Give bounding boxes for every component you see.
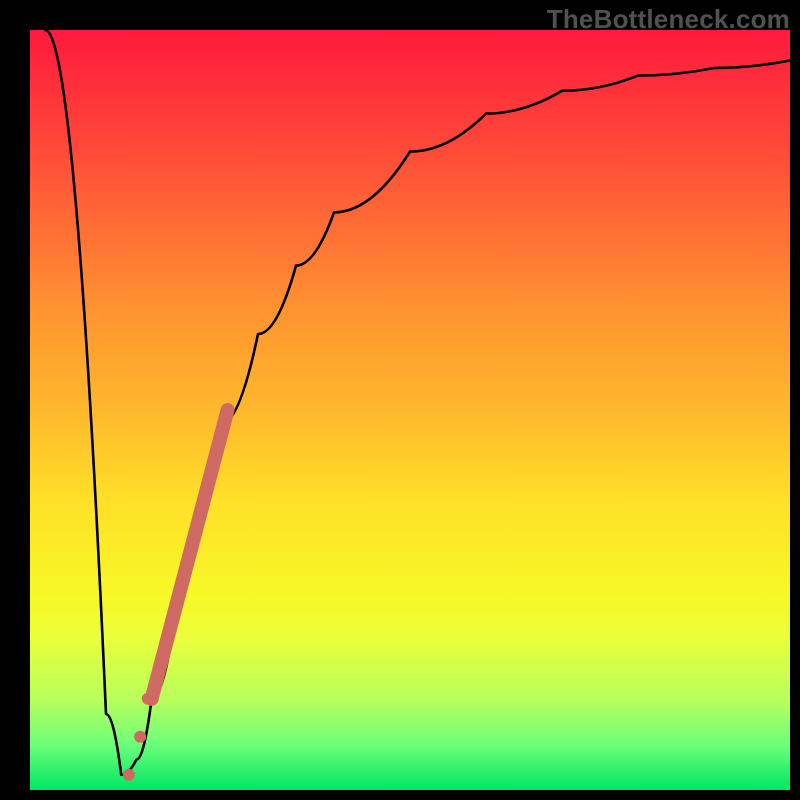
chart-frame: TheBottleneck.com: [0, 0, 800, 800]
marker-dot: [142, 693, 154, 705]
marker-dot: [134, 731, 146, 743]
curve-layer: [30, 30, 790, 790]
highlighted-segment: [152, 410, 228, 699]
marker-dots: [123, 693, 154, 781]
chart-plot-area: [30, 30, 790, 790]
marker-dot: [123, 769, 135, 781]
